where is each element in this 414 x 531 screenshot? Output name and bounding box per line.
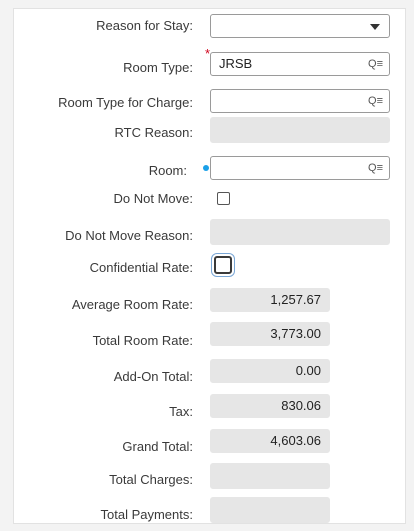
total-payments-row: Total Payments: <box>14 497 405 523</box>
rtc-reason-label: RTC Reason: <box>114 125 193 140</box>
room-label: Room: <box>148 163 187 178</box>
room-type-for-charge-row: Room Type for Charge: Q≡ <box>14 89 405 113</box>
room-row: Room: Q≡ <box>14 156 405 180</box>
room-type-value: JRSB <box>219 56 253 71</box>
room-input[interactable]: Q≡ <box>210 156 390 180</box>
average-room-rate-row: Average Room Rate: 1,257.67 <box>14 288 405 312</box>
add-on-total-row: Add-On Total: 0.00 <box>14 359 405 384</box>
do-not-move-reason-field <box>210 219 390 245</box>
tax-field: 830.06 <box>210 394 330 418</box>
tax-label: Tax: <box>169 404 193 419</box>
do-not-move-reason-label: Do Not Move Reason: <box>65 228 193 243</box>
total-charges-row: Total Charges: <box>14 463 405 489</box>
booking-details-panel: Reason for Stay: Room Type: * JRSB Q≡ Ro… <box>13 8 406 524</box>
add-on-total-value: 0.00 <box>295 363 321 378</box>
total-room-rate-field: 3,773.00 <box>210 322 330 346</box>
do-not-move-checkbox[interactable] <box>217 192 230 205</box>
do-not-move-row: Do Not Move: <box>14 185 405 209</box>
search-lookup-icon[interactable]: Q≡ <box>368 93 383 109</box>
add-on-total-label: Add-On Total: <box>113 369 193 384</box>
total-payments-label: Total Payments: <box>100 507 194 522</box>
reason-for-stay-label: Reason for Stay: <box>96 18 193 33</box>
chevron-down-icon[interactable] <box>370 24 380 30</box>
total-room-rate-row: Total Room Rate: 3,773.00 <box>14 322 405 348</box>
total-charges-field <box>210 463 330 489</box>
add-on-total-field: 0.00 <box>210 359 330 383</box>
tax-value: 830.06 <box>281 398 321 413</box>
rtc-reason-row: RTC Reason: <box>14 117 405 143</box>
grand-total-value: 4,603.06 <box>270 433 321 448</box>
tax-row: Tax: 830.06 <box>14 394 405 419</box>
total-room-rate-label: Total Room Rate: <box>92 333 193 348</box>
search-lookup-icon[interactable]: Q≡ <box>368 56 383 72</box>
do-not-move-label: Do Not Move: <box>113 191 193 206</box>
total-payments-field <box>210 497 330 523</box>
search-lookup-icon[interactable]: Q≡ <box>368 160 383 176</box>
grand-total-field: 4,603.06 <box>210 429 330 453</box>
confidential-rate-checkbox[interactable] <box>214 256 232 274</box>
total-room-rate-value: 3,773.00 <box>270 326 321 341</box>
room-type-input[interactable]: JRSB Q≡ <box>210 52 390 76</box>
do-not-move-reason-row: Do Not Move Reason: <box>14 219 405 245</box>
grand-total-label: Grand Total: <box>122 439 193 454</box>
room-type-label: Room Type: <box>123 60 193 75</box>
confidential-rate-label: Confidential Rate: <box>89 260 193 275</box>
average-room-rate-value: 1,257.67 <box>270 292 321 307</box>
reason-for-stay-row: Reason for Stay: <box>14 14 405 38</box>
indicator-dot-icon <box>203 165 209 171</box>
total-charges-label: Total Charges: <box>109 472 193 487</box>
confidential-rate-row: Confidential Rate: <box>14 254 405 278</box>
room-type-for-charge-label: Room Type for Charge: <box>58 95 193 110</box>
room-type-row: Room Type: * JRSB Q≡ <box>14 47 405 76</box>
room-type-for-charge-input[interactable]: Q≡ <box>210 89 390 113</box>
reason-for-stay-select[interactable] <box>210 14 390 38</box>
rtc-reason-field <box>210 117 390 143</box>
average-room-rate-field: 1,257.67 <box>210 288 330 312</box>
grand-total-row: Grand Total: 4,603.06 <box>14 429 405 454</box>
average-room-rate-label: Average Room Rate: <box>71 297 193 312</box>
